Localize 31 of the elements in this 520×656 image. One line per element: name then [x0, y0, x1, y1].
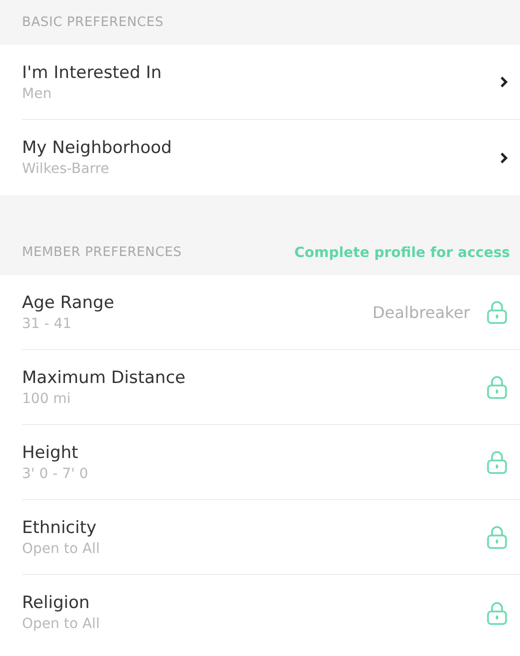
preference-row[interactable]: Ethnicity Open to All [22, 500, 520, 575]
preference-row[interactable]: Age Range 31 - 41 Dealbreaker [22, 275, 520, 350]
preference-value: 31 - 41 [22, 316, 73, 332]
preference-value: Open to All [22, 616, 101, 632]
chevron-right-icon [500, 76, 508, 88]
preference-row[interactable]: Height 3' 0 - 7' 0 [22, 425, 520, 500]
section-title: BASIC PREFERENCES [22, 15, 164, 30]
preference-label: Age Range [22, 292, 116, 312]
preference-row[interactable]: Religion Open to All [22, 575, 520, 650]
preference-row[interactable]: I'm Interested In Men [22, 45, 520, 120]
preference-row[interactable]: Maximum Distance 100 mi [22, 350, 520, 425]
lock-icon [486, 300, 508, 324]
preference-label: Maximum Distance [22, 368, 187, 388]
lock-icon [486, 525, 508, 549]
preference-label: Height [22, 442, 80, 462]
section-title: MEMBER PREFERENCES [22, 245, 182, 260]
preference-label: Religion [22, 593, 91, 613]
preference-value: Wilkes-Barre [22, 161, 110, 177]
preference-label: My Neighborhood [22, 138, 173, 158]
lock-icon [486, 450, 508, 474]
preference-value: 100 mi [22, 390, 72, 406]
preference-value: Men [22, 86, 53, 102]
preference-row[interactable]: My Neighborhood Wilkes-Barre [22, 120, 520, 195]
preference-value: Open to All [22, 540, 101, 556]
preference-label: Ethnicity [22, 518, 98, 538]
preference-label: I'm Interested In [22, 62, 163, 82]
chevron-right-icon [500, 152, 508, 164]
preference-value: 3' 0 - 7' 0 [22, 466, 90, 482]
lock-icon [486, 375, 508, 399]
dealbreaker-label: Dealbreaker [372, 302, 470, 322]
lock-icon [486, 600, 508, 624]
